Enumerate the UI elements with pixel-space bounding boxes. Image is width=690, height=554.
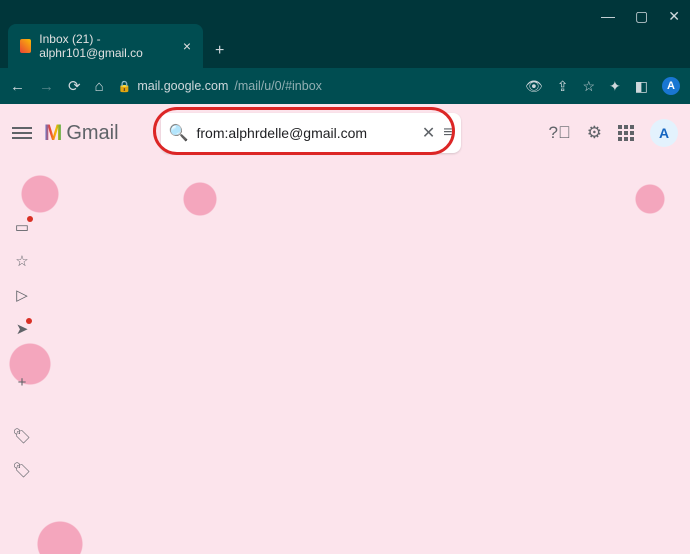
window-close[interactable]: ✕ (668, 8, 680, 25)
search-icon[interactable]: 🔍 (169, 123, 189, 143)
window-minimize[interactable]: — (601, 8, 615, 24)
window-maximize[interactable]: ▢ (635, 8, 648, 25)
menu-icon[interactable] (12, 127, 32, 139)
extensions-icon[interactable]: ✦ (609, 78, 621, 95)
tab-close-icon[interactable]: × (183, 38, 191, 54)
sent-rail-icon[interactable]: ➤ (16, 320, 29, 338)
account-avatar[interactable]: A (650, 119, 678, 147)
home-icon[interactable]: ⌂ (95, 78, 104, 95)
gmail-favicon (20, 39, 31, 53)
puzzle-icon[interactable]: ◧ (635, 78, 648, 95)
inbox-rail-icon[interactable]: ▭ (15, 218, 29, 236)
clear-icon[interactable]: ✕ (422, 123, 435, 143)
snoozed-rail-icon[interactable]: ▷ (16, 286, 28, 304)
more-rail-icon[interactable]: + (18, 374, 27, 391)
browser-tab[interactable]: Inbox (21) - alphr101@gmail.co × (8, 24, 203, 68)
url-host: mail.google.com (137, 79, 228, 93)
apps-icon[interactable] (618, 125, 634, 141)
starred-rail-icon[interactable]: ☆ (15, 252, 28, 270)
new-tab-button[interactable]: + (203, 34, 236, 68)
tab-title: Inbox (21) - alphr101@gmail.co (39, 32, 175, 60)
gmail-header: MGmail 🔍 ✕ ≡ ?⃝ ⚙ A (0, 104, 690, 162)
forward-icon[interactable]: → (39, 78, 54, 95)
browser-toolbar: ← → ⟳ ⌂ 🔒 mail.google.com/mail/u/0/#inbo… (0, 68, 690, 104)
lock-icon: 🔒 (118, 80, 132, 93)
gmail-logo[interactable]: MGmail (44, 120, 119, 146)
settings-icon[interactable]: ⚙ (587, 123, 602, 143)
label-rail-icon[interactable]: 🏷 (12, 427, 31, 445)
search-options-icon[interactable]: ≡ (443, 124, 452, 142)
profile-badge[interactable]: A (662, 77, 680, 95)
reload-icon[interactable]: ⟳ (68, 77, 81, 95)
share-icon[interactable]: ⇪ (557, 78, 569, 95)
label2-rail-icon[interactable]: 🏷 (12, 461, 31, 479)
search-input[interactable] (196, 125, 413, 141)
search-bar[interactable]: 🔍 ✕ ≡ (161, 113, 461, 153)
support-icon[interactable]: ?⃝ (549, 123, 571, 143)
eye-icon[interactable]: 👁 (525, 78, 543, 95)
url-path: /mail/u/0/#inbox (234, 79, 322, 93)
back-icon[interactable]: ← (10, 78, 25, 95)
browser-tabbar: Inbox (21) - alphr101@gmail.co × + (0, 32, 690, 68)
bookmark-icon[interactable]: ☆ (582, 78, 595, 95)
address-bar[interactable]: 🔒 mail.google.com/mail/u/0/#inbox (118, 79, 511, 93)
